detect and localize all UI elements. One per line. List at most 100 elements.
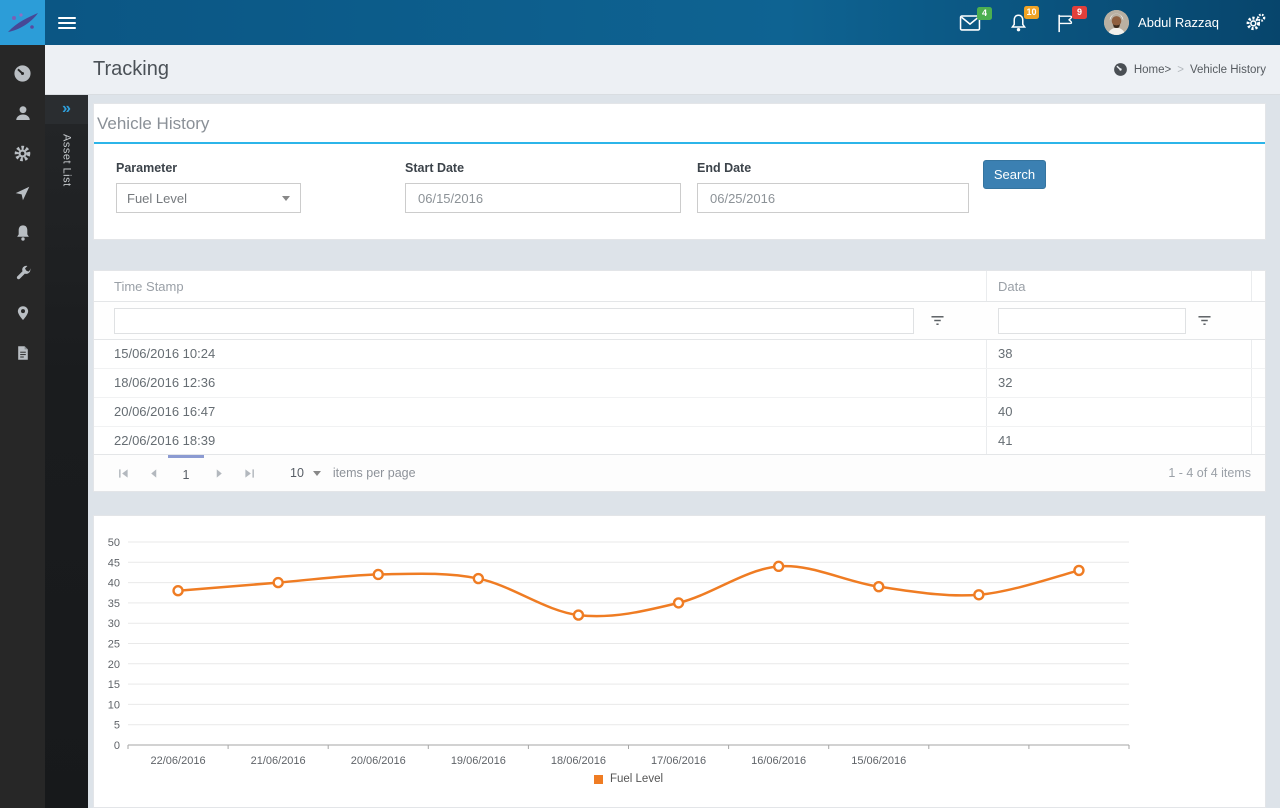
pager-next-button[interactable] <box>204 455 234 491</box>
line-chart[interactable]: 0510152025303540455022/06/201621/06/2016… <box>94 516 1267 771</box>
svg-text:17/06/2016: 17/06/2016 <box>651 755 706 767</box>
asset-list-panel: » Asset List <box>45 95 88 808</box>
sidebar-item-users[interactable] <box>0 93 45 133</box>
grid-pager: 1 10 items per page 1 - 4 of 4 items <box>94 454 1265 491</box>
svg-text:20/06/2016: 20/06/2016 <box>351 755 406 767</box>
cell-timestamp: 15/06/2016 10:24 <box>114 340 215 368</box>
legend-swatch-icon <box>594 775 603 784</box>
sidebar-item-dashboard[interactable] <box>0 53 45 93</box>
breadcrumb-separator: > <box>1177 64 1184 76</box>
data-filter-input[interactable] <box>998 308 1186 334</box>
search-button[interactable]: Search <box>983 160 1046 189</box>
table-row[interactable]: 22/06/2016 18:39 41 <box>94 427 1265 456</box>
bell-icon <box>14 224 32 242</box>
start-date-input[interactable] <box>405 183 681 213</box>
gear-icon <box>13 144 32 163</box>
sidebar-item-tools[interactable] <box>0 253 45 293</box>
logo-swoosh-icon <box>5 8 41 38</box>
topbar-actions: 4 10 9 Abdul Razzaq <box>959 10 1280 35</box>
pager-prev-button[interactable] <box>138 455 168 491</box>
parameter-dropdown[interactable]: Fuel Level <box>116 183 301 213</box>
messages-badge: 4 <box>977 7 992 20</box>
vehicle-history-panel: Vehicle History Parameter Fuel Level Sta… <box>93 103 1266 240</box>
start-date-label: Start Date <box>405 161 681 175</box>
table-row[interactable]: 15/06/2016 10:24 38 <box>94 340 1265 369</box>
end-date-input[interactable] <box>697 183 969 213</box>
column-header-timestamp[interactable]: Time Stamp <box>114 271 184 302</box>
svg-text:20: 20 <box>108 659 120 671</box>
user-avatar[interactable] <box>1104 10 1129 35</box>
page-size-dropdown[interactable]: 10 <box>290 466 321 480</box>
flags-badge: 9 <box>1072 6 1087 19</box>
table-row[interactable]: 20/06/2016 16:47 40 <box>94 398 1265 427</box>
svg-text:15: 15 <box>108 679 120 691</box>
pager-page-1[interactable]: 1 <box>168 455 204 491</box>
avatar-image <box>1104 10 1129 35</box>
menu-toggle-icon[interactable] <box>58 14 76 32</box>
results-grid: Time Stamp Data 15/06/2016 10:24 38 18/0… <box>93 270 1266 492</box>
cell-data: 38 <box>998 340 1012 368</box>
sidebar-item-settings[interactable] <box>0 133 45 173</box>
notifications-button[interactable]: 10 <box>1009 13 1028 33</box>
user-name[interactable]: Abdul Razzaq <box>1138 15 1219 30</box>
svg-text:40: 40 <box>108 578 120 590</box>
dashboard-gauge-icon <box>13 64 32 83</box>
page-header: Tracking Home> > Vehicle History <box>45 45 1280 95</box>
cell-data: 40 <box>998 398 1012 426</box>
breadcrumb: Home> > Vehicle History <box>1113 62 1266 77</box>
sidebar-item-alerts[interactable] <box>0 213 45 253</box>
notifications-badge: 10 <box>1024 6 1039 19</box>
svg-text:21/06/2016: 21/06/2016 <box>251 755 306 767</box>
panel-title: Vehicle History <box>94 104 1265 144</box>
legend-label: Fuel Level <box>610 773 663 785</box>
home-gauge-icon <box>1113 62 1128 77</box>
map-marker-icon <box>15 304 31 322</box>
svg-text:15/06/2016: 15/06/2016 <box>851 755 906 767</box>
svg-text:50: 50 <box>108 537 120 549</box>
items-per-page-label: items per page <box>333 466 416 480</box>
end-date-label: End Date <box>697 161 969 175</box>
filter-form: Parameter Fuel Level Start Date End Date… <box>94 144 1265 237</box>
sidebar-item-reports[interactable] <box>0 333 45 373</box>
parameter-group: Parameter Fuel Level <box>116 161 301 213</box>
sidebar-item-locations[interactable] <box>0 293 45 333</box>
svg-text:0: 0 <box>114 740 120 752</box>
user-icon <box>14 104 32 122</box>
parameter-value: Fuel Level <box>127 191 187 206</box>
pager-first-button[interactable] <box>108 455 138 491</box>
fuel-level-chart-panel: 0510152025303540455022/06/201621/06/2016… <box>93 515 1266 808</box>
parameter-label: Parameter <box>116 161 301 175</box>
cell-timestamp: 20/06/2016 16:47 <box>114 398 215 426</box>
end-date-group: End Date <box>697 161 969 213</box>
pager-range-label: 1 - 4 of 4 items <box>1168 466 1251 480</box>
svg-text:19/06/2016: 19/06/2016 <box>451 755 506 767</box>
document-icon <box>15 344 31 362</box>
breadcrumb-home[interactable]: Home> <box>1134 64 1171 76</box>
table-row[interactable]: 18/06/2016 12:36 32 <box>94 369 1265 398</box>
pager-last-button[interactable] <box>234 455 264 491</box>
page-title: Tracking <box>93 58 169 81</box>
expand-panel-chevrons-icon[interactable]: » <box>45 95 88 124</box>
chart-legend[interactable]: Fuel Level <box>128 773 1129 785</box>
svg-text:25: 25 <box>108 639 120 651</box>
chevron-down-icon <box>282 196 290 201</box>
sidebar-item-tracking[interactable] <box>0 173 45 213</box>
app-logo[interactable] <box>0 0 45 45</box>
filter-icon[interactable] <box>930 314 945 332</box>
vehicle-tracking-app: { "topbar": { "user_name": "Abdul Razzaq… <box>0 0 1280 808</box>
svg-text:22/06/2016: 22/06/2016 <box>151 755 206 767</box>
cell-data: 41 <box>998 427 1012 455</box>
svg-text:30: 30 <box>108 618 120 630</box>
settings-cogs-icon[interactable] <box>1245 12 1266 33</box>
cell-data: 32 <box>998 369 1012 397</box>
timestamp-filter-input[interactable] <box>114 308 914 334</box>
flags-button[interactable]: 9 <box>1056 13 1076 33</box>
column-header-data[interactable]: Data <box>998 271 1025 302</box>
messages-button[interactable]: 4 <box>959 14 981 32</box>
main-sidebar <box>0 45 45 808</box>
breadcrumb-current: Vehicle History <box>1190 64 1266 76</box>
asset-list-label[interactable]: Asset List <box>61 134 73 187</box>
cell-timestamp: 18/06/2016 12:36 <box>114 369 215 397</box>
filter-icon[interactable] <box>1197 314 1212 332</box>
start-date-group: Start Date <box>405 161 681 213</box>
